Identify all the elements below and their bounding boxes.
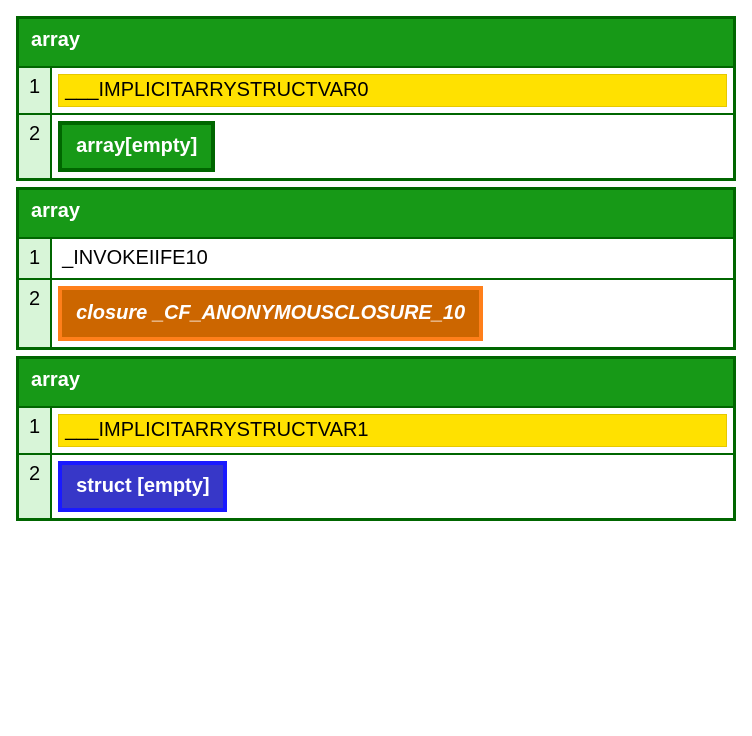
- nested-array-empty: array[empty]: [58, 121, 215, 172]
- row-index: 2: [18, 454, 52, 520]
- dump-array-1: array 1 ___IMPLICITARRYSTRUCTVAR0 2 arra…: [16, 16, 736, 181]
- row-index: 1: [18, 67, 52, 114]
- row-index: 2: [18, 279, 52, 349]
- row-value-cell: array[empty]: [51, 114, 734, 180]
- string-value: _INVOKEIIFE10: [58, 245, 727, 272]
- dump-array-3: array 1 ___IMPLICITARRYSTRUCTVAR1 2 stru…: [16, 356, 736, 521]
- row-value-cell: closure _CF_ANONYMOUSCLOSURE_10: [51, 279, 734, 349]
- nested-closure: closure _CF_ANONYMOUSCLOSURE_10: [58, 286, 483, 341]
- dump-array-2: array 1 _INVOKEIIFE10 2 closure _CF_ANON…: [16, 187, 736, 350]
- row-value-cell: _INVOKEIIFE10: [51, 238, 734, 279]
- row-index: 2: [18, 114, 52, 180]
- string-value: ___IMPLICITARRYSTRUCTVAR1: [58, 414, 727, 447]
- row-index: 1: [18, 407, 52, 454]
- row-value-cell: ___IMPLICITARRYSTRUCTVAR1: [51, 407, 734, 454]
- dump-header: array: [18, 358, 735, 408]
- row-index: 1: [18, 238, 52, 279]
- row-value-cell: ___IMPLICITARRYSTRUCTVAR0: [51, 67, 734, 114]
- dump-header: array: [18, 189, 735, 239]
- row-value-cell: struct [empty]: [51, 454, 734, 520]
- dump-header: array: [18, 18, 735, 68]
- nested-struct-empty: struct [empty]: [58, 461, 227, 512]
- string-value: ___IMPLICITARRYSTRUCTVAR0: [58, 74, 727, 107]
